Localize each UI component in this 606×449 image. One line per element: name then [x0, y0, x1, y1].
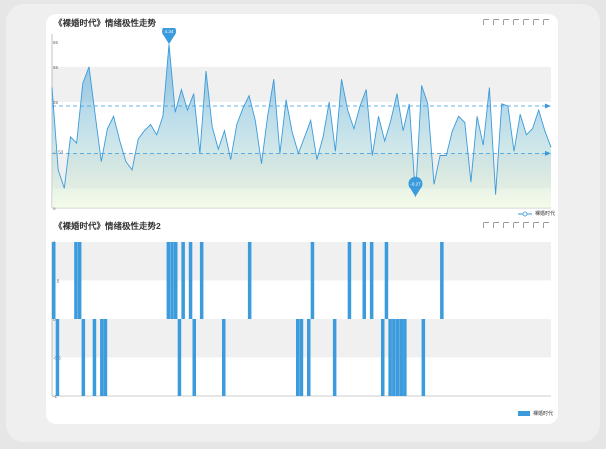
chart2-bar — [188, 242, 193, 319]
chart2-bar — [421, 319, 426, 396]
chart2-bar-chart[interactable]: 10.50-0.5-1 — [46, 236, 558, 406]
chart2-bar — [181, 242, 185, 319]
chart2-bar — [299, 319, 304, 396]
chart2-bar — [395, 319, 400, 396]
chart2-grid-band — [52, 242, 551, 281]
chart2-bar — [55, 319, 60, 396]
legend-bar-swatch-icon — [518, 411, 530, 416]
chart2-bar — [92, 319, 97, 396]
line-chart-icon[interactable] — [513, 222, 519, 228]
chart1-max-marker-label: 4.34 — [165, 29, 174, 34]
chart2-bar — [166, 242, 171, 319]
chart2-bar — [381, 319, 385, 396]
download-icon[interactable] — [543, 19, 549, 25]
data-zoom-icon[interactable] — [483, 222, 489, 228]
data-zoom-icon[interactable] — [483, 19, 489, 25]
chart2-bar — [384, 242, 389, 319]
chart2-bar — [332, 319, 337, 396]
data-view-icon[interactable] — [503, 222, 509, 228]
download-icon[interactable] — [543, 222, 549, 228]
chart1-grid-band — [52, 66, 551, 102]
chart1-legend-label: 裸婚时代 — [535, 211, 556, 217]
chart2-bar — [52, 242, 56, 319]
chart2-bar — [103, 319, 108, 396]
chart2-bar — [74, 242, 78, 319]
chart2-bar — [392, 319, 396, 396]
chart1-toolbox — [483, 19, 549, 25]
zoom-reset-icon[interactable] — [493, 19, 499, 25]
chart2-bar — [192, 319, 196, 396]
chart2-bar — [174, 242, 178, 319]
chart2-legend-label: 裸婚时代 — [533, 411, 554, 417]
chart2-bar — [307, 319, 311, 396]
chart2-bar — [440, 242, 444, 319]
chart1-mark-line-arrow — [545, 103, 551, 109]
bar-chart-icon[interactable] — [523, 222, 529, 228]
chart2-bar — [77, 242, 82, 319]
chart2-bar — [369, 242, 374, 319]
chart1-y-tick-label: 65 — [53, 40, 59, 45]
chart2-bar — [170, 242, 174, 319]
chart2-legend[interactable]: 裸婚时代 — [518, 410, 553, 417]
bar-chart-icon[interactable] — [523, 19, 529, 25]
chart2-bar — [388, 319, 392, 396]
chart2-bar — [222, 319, 226, 396]
chart1-min-marker-label: -0.27 — [410, 182, 421, 187]
legend-line-marker-icon — [518, 211, 532, 216]
chart2-bar — [177, 319, 182, 396]
line-chart-icon[interactable] — [513, 19, 519, 25]
chart2-bar — [296, 319, 300, 396]
chart1-area-chart[interactable]: 655525-0.5304.34-0.27 — [46, 28, 558, 218]
chart2-bar — [362, 242, 366, 319]
charts-card: 《裸婚时代》情绪极性走势 65 55 25 -0.53 0 4.34 -0.27 裸婚时代 … — [46, 14, 558, 424]
chart2-bar — [100, 319, 104, 396]
chart2-bar — [247, 242, 252, 319]
chart2-toolbox — [483, 222, 549, 228]
chart2-bar — [399, 319, 403, 396]
chart2-bar — [347, 242, 352, 319]
zoom-reset-icon[interactable] — [493, 222, 499, 228]
chart1-max-marker: 4.34 — [162, 28, 176, 45]
chart1-y-tick-label: 55 — [53, 65, 59, 70]
chart2-bar — [81, 319, 86, 396]
chart1-legend[interactable]: 裸婚时代 — [518, 210, 555, 217]
chart2-title: 《裸婚时代》情绪极性走势2 — [54, 221, 161, 231]
chart2-bar — [310, 242, 315, 319]
chart2-bar — [403, 319, 407, 396]
chart1-y-tick-label: 25 — [53, 100, 59, 105]
restore-icon[interactable] — [533, 222, 539, 228]
data-view-icon[interactable] — [503, 19, 509, 25]
restore-icon[interactable] — [533, 19, 539, 25]
chart2-bar — [199, 242, 204, 319]
